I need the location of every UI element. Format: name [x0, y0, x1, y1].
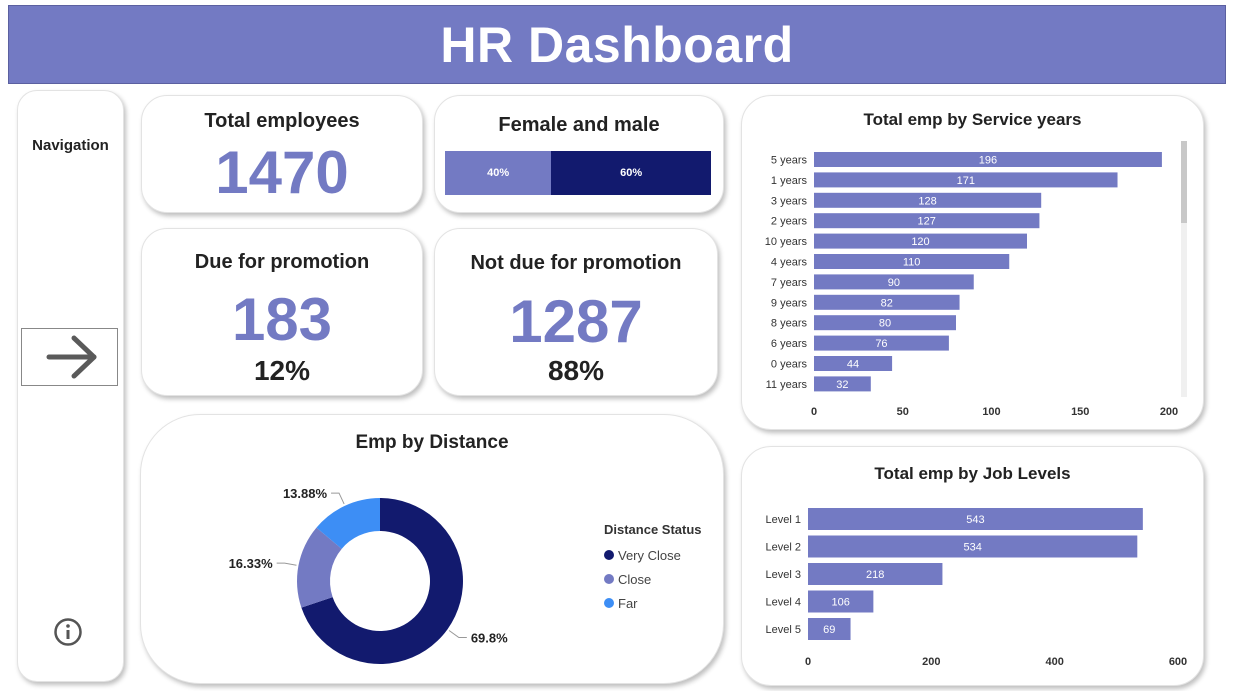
chart-scrollbar-thumb[interactable] — [1181, 141, 1187, 223]
female-segment: 40% — [445, 151, 552, 195]
data-label: 80 — [879, 318, 891, 330]
legend-item-very-close[interactable]: Very Close — [604, 543, 702, 567]
category-label: Level 3 — [766, 569, 801, 581]
info-icon — [54, 618, 82, 646]
not-due-promotion-title: Not due for promotion — [470, 252, 682, 274]
page-title: HR Dashboard — [440, 16, 794, 73]
not-due-promotion-value: 1287 — [509, 288, 643, 355]
distance-legend: Distance Status Very Close Close Far — [604, 522, 702, 615]
legend-label: Close — [618, 571, 652, 587]
legend-label: Very Close — [618, 547, 681, 563]
due-promotion-percent: 12% — [253, 355, 311, 386]
not-due-promotion-card: Not due for promotion 1287 88% — [434, 228, 718, 396]
x-tick-label: 100 — [982, 406, 1000, 418]
data-label: 90 — [888, 277, 900, 289]
data-label: 218 — [866, 569, 884, 581]
category-label: Level 4 — [766, 597, 801, 609]
category-label: 6 years — [771, 338, 808, 350]
navigation-title: Navigation — [32, 137, 109, 154]
male-segment: 60% — [551, 151, 711, 195]
legend-dot — [604, 598, 614, 608]
data-label: 76 — [875, 338, 887, 350]
label-leader-line — [331, 492, 345, 505]
chart-scrollbar[interactable] — [1181, 141, 1187, 397]
male-percent-label: 60% — [620, 167, 643, 179]
next-page-button[interactable] — [21, 328, 118, 386]
x-tick-label: 200 — [922, 656, 940, 668]
data-label: 171 — [957, 175, 975, 187]
category-label: 7 years — [771, 277, 808, 289]
info-button[interactable] — [53, 617, 83, 647]
category-label: 11 years — [766, 379, 808, 391]
slice-percent-label: 69.8% — [471, 631, 508, 646]
not-due-promotion-percent: 88% — [547, 355, 605, 386]
label-leader-line — [276, 562, 297, 566]
category-label: 9 years — [771, 297, 808, 309]
total-employees-title: Total employees — [204, 110, 360, 132]
label-leader-line — [448, 630, 467, 639]
data-label: 534 — [963, 542, 981, 554]
data-label: 196 — [979, 155, 997, 167]
job-levels-chart-card: Total emp by Job Levels Level 1 543 Level … — [741, 446, 1204, 686]
category-label: 4 years — [771, 257, 808, 269]
category-label: 8 years — [771, 318, 808, 330]
legend-item-far[interactable]: Far — [604, 591, 702, 615]
due-promotion-card: Due for promotion 183 12% — [141, 228, 423, 396]
category-label: 1 years — [771, 175, 808, 187]
x-tick-label: 600 — [1169, 656, 1187, 668]
x-tick-label: 400 — [1045, 656, 1063, 668]
total-employees-card: Total employees 1470 — [141, 95, 423, 213]
category-label: Level 2 — [766, 542, 801, 554]
due-promotion-title: Due for promotion — [194, 251, 370, 273]
total-employees-value: 1470 — [215, 139, 349, 206]
x-tick-label: 50 — [897, 406, 909, 418]
data-label: 120 — [911, 236, 929, 248]
category-label: Level 5 — [766, 624, 801, 636]
category-label: 5 years — [771, 155, 808, 167]
x-tick-label: 200 — [1160, 406, 1178, 418]
data-label: 32 — [836, 379, 848, 391]
legend-label: Far — [618, 595, 638, 611]
service-years-bar-chart: 5 years 196 1 years 171 3 years 128 2 years 127… — [765, 152, 1178, 418]
data-label: 110 — [903, 257, 921, 269]
category-label: 2 years — [771, 216, 808, 228]
arrow-right-icon — [46, 335, 97, 379]
data-label: 82 — [881, 297, 893, 309]
category-label: 10 years — [765, 236, 808, 248]
legend-dot — [604, 574, 614, 584]
service-years-chart-card: Total emp by Service years 5 years 196 1 y… — [741, 95, 1204, 430]
legend-dot — [604, 550, 614, 560]
distance-legend-title: Distance Status — [604, 522, 702, 537]
category-label: 0 years — [771, 359, 808, 371]
data-label: 69 — [823, 624, 835, 636]
x-tick-label: 0 — [805, 656, 811, 668]
data-label: 128 — [918, 195, 936, 207]
data-label: 127 — [918, 216, 936, 228]
job-levels-bar-chart: Level 1 543 Level 2 534 Level 3 218 Level 4 106… — [766, 508, 1187, 668]
gender-split-bar: 40% 60% — [445, 151, 711, 195]
data-label: 106 — [832, 597, 850, 609]
gender-split-card: Female and male 40% 60% — [434, 95, 724, 213]
slice-percent-label: 13.88% — [283, 486, 328, 501]
legend-item-close[interactable]: Close — [604, 567, 702, 591]
category-label: 3 years — [771, 195, 808, 207]
slice-percent-label: 16.33% — [229, 556, 274, 571]
category-label: Level 1 — [766, 514, 801, 526]
data-label: 543 — [966, 514, 984, 526]
data-label: 44 — [847, 359, 859, 371]
x-tick-label: 0 — [811, 406, 817, 418]
navigation-panel: Navigation — [17, 90, 124, 682]
female-percent-label: 40% — [487, 167, 510, 179]
distance-chart-card: Emp by Distance 69.8% 16.33% 13.88% Distan… — [140, 414, 724, 684]
due-promotion-value: 183 — [231, 286, 333, 353]
x-tick-label: 150 — [1071, 406, 1089, 418]
dashboard-header: HR Dashboard — [8, 5, 1226, 84]
gender-split-title: Female and male — [498, 114, 660, 136]
